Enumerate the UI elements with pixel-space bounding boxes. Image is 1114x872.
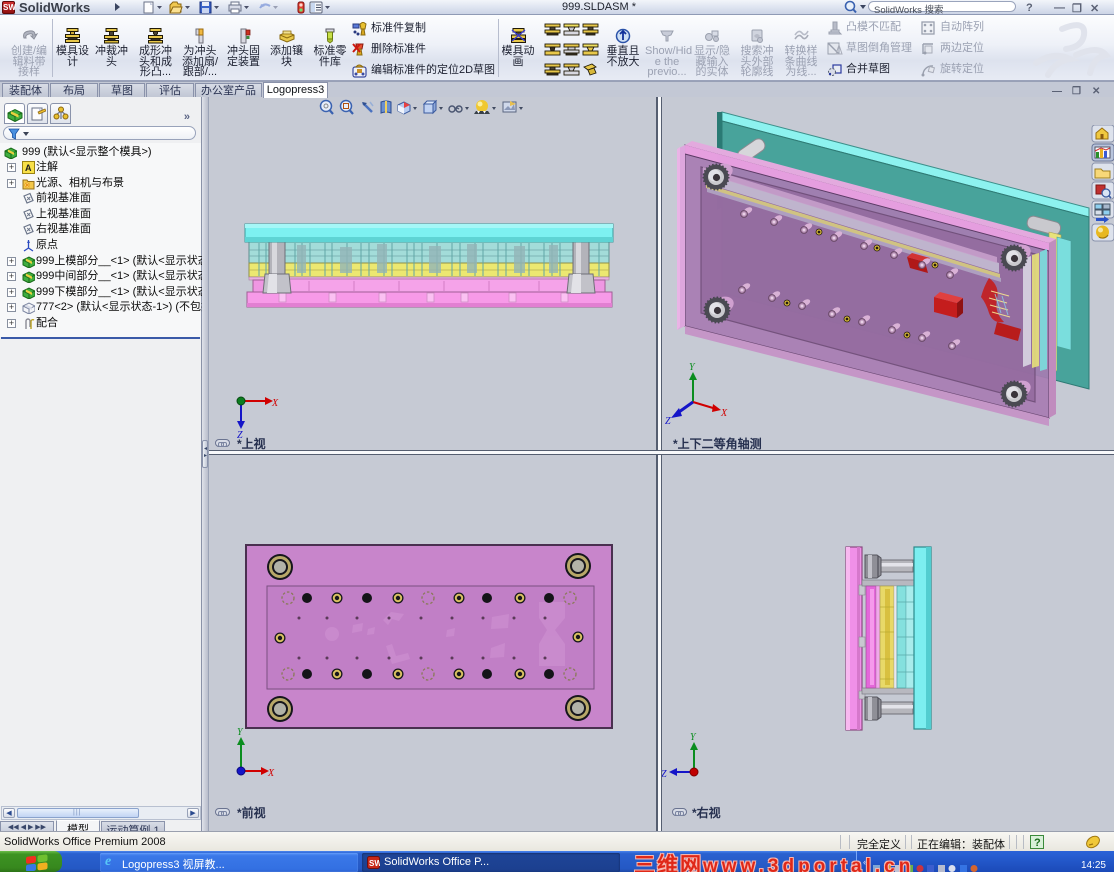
svg-text:A: A (25, 163, 32, 173)
svg-text:Y: Y (689, 362, 696, 373)
svg-text:Z: Z (665, 416, 671, 427)
svg-text:Y: Y (690, 732, 697, 743)
svg-text:?: ? (1034, 837, 1041, 849)
svg-text:X: X (267, 768, 275, 779)
svg-text:X: X (720, 408, 728, 419)
svg-text:Y: Y (237, 727, 244, 738)
svg-text:SW: SW (369, 859, 380, 868)
svg-text:X: X (271, 398, 279, 409)
